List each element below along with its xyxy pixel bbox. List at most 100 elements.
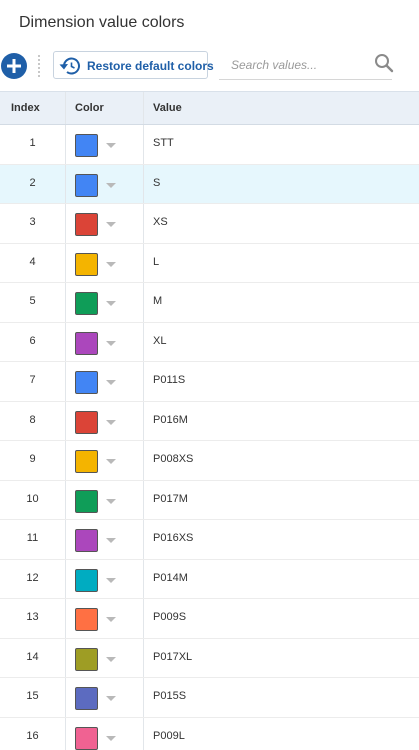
color-swatch[interactable] — [75, 331, 98, 355]
row-value: M — [153, 295, 163, 307]
row-index: 14 — [26, 650, 39, 663]
table-row[interactable]: 12 P014M — [0, 559, 419, 599]
column-divider — [65, 559, 66, 598]
column-divider — [143, 322, 144, 361]
row-index: 7 — [29, 374, 36, 386]
column-divider — [143, 283, 144, 322]
column-divider — [143, 638, 144, 677]
row-index: 3 — [29, 216, 36, 228]
column-divider — [143, 164, 144, 203]
color-swatch[interactable] — [75, 173, 98, 197]
table-row[interactable]: 3 XS — [0, 204, 419, 244]
color-dropdown-caret-icon[interactable] — [106, 459, 116, 464]
color-swatch[interactable] — [75, 687, 98, 710]
color-swatch[interactable] — [75, 410, 98, 434]
column-divider — [143, 204, 144, 243]
column-divider — [65, 599, 66, 638]
column-divider — [143, 717, 144, 750]
row-index: 6 — [29, 334, 36, 347]
table-header: Index Color Value — [0, 91, 419, 125]
color-swatch[interactable] — [75, 134, 98, 157]
restore-button-label: Restore default colors — [87, 59, 214, 73]
color-swatch[interactable] — [75, 529, 98, 552]
table-row[interactable]: 9 P008XS — [0, 441, 419, 481]
color-swatch[interactable] — [75, 450, 98, 473]
column-divider — [143, 125, 144, 164]
color-dropdown-caret-icon[interactable] — [106, 301, 116, 306]
column-header-index[interactable]: Index — [11, 102, 40, 114]
table-row[interactable]: 8 P016M — [0, 401, 419, 441]
color-swatch[interactable] — [75, 608, 98, 631]
table-row[interactable]: 6 XL — [0, 322, 419, 362]
toolbar: Restore default colors — [0, 50, 419, 81]
column-divider — [65, 441, 66, 480]
add-value-button[interactable] — [1, 53, 27, 79]
row-index: 16 — [26, 729, 39, 742]
color-swatch[interactable] — [75, 647, 98, 671]
column-divider — [65, 520, 66, 559]
row-value: P014M — [153, 571, 188, 584]
restore-icon — [59, 57, 80, 75]
row-index: 1 — [29, 137, 36, 149]
color-dropdown-caret-icon[interactable] — [106, 696, 116, 701]
table-row[interactable]: 13 P009S — [0, 599, 419, 639]
color-dropdown-caret-icon[interactable] — [106, 380, 116, 385]
color-dropdown-caret-icon[interactable] — [106, 538, 116, 543]
column-divider — [65, 401, 66, 440]
table-row[interactable]: 5M — [0, 283, 419, 323]
column-header-value[interactable]: Value — [153, 102, 182, 114]
color-dropdown-caret-icon[interactable] — [106, 419, 116, 425]
table-row[interactable]: 4L — [0, 243, 419, 283]
row-index: 11 — [26, 532, 39, 544]
table-row[interactable]: 2S — [0, 164, 419, 204]
color-dropdown-caret-icon[interactable] — [106, 143, 116, 148]
color-swatch[interactable] — [75, 213, 98, 236]
table-row[interactable]: 16 P009L — [0, 717, 419, 750]
toolbar-divider — [38, 54, 40, 78]
color-dropdown-caret-icon[interactable] — [106, 617, 116, 622]
row-value: S — [153, 176, 161, 189]
color-swatch[interactable] — [75, 489, 98, 513]
table-row[interactable]: 7 P011S — [0, 362, 419, 402]
color-swatch[interactable] — [75, 371, 98, 394]
row-value: P016XS — [153, 532, 194, 544]
color-dropdown-caret-icon[interactable] — [106, 656, 116, 662]
row-value: XS — [153, 216, 168, 228]
color-dropdown-caret-icon[interactable] — [106, 340, 116, 346]
restore-default-colors-button[interactable]: Restore default colors — [53, 51, 214, 79]
color-swatch[interactable] — [75, 568, 98, 592]
search-icon[interactable] — [374, 53, 394, 73]
color-dropdown-caret-icon[interactable] — [106, 222, 116, 227]
row-index: 12 — [26, 571, 39, 584]
column-divider — [143, 401, 144, 440]
table-row[interactable]: 14 P017XL — [0, 638, 419, 678]
column-header-color[interactable]: Color — [75, 102, 104, 114]
column-divider — [143, 362, 144, 401]
color-dropdown-caret-icon[interactable] — [106, 261, 116, 267]
column-divider — [143, 441, 144, 480]
color-swatch[interactable] — [75, 726, 98, 750]
color-dropdown-caret-icon[interactable] — [106, 577, 116, 583]
row-value: L — [153, 255, 160, 268]
color-dropdown-caret-icon[interactable] — [106, 182, 116, 188]
page-title: Dimension value colors — [19, 14, 185, 31]
column-divider — [143, 599, 144, 638]
table-row[interactable]: 10 P017M — [0, 480, 419, 520]
row-index: 10 — [26, 492, 39, 505]
color-dropdown-caret-icon[interactable] — [106, 498, 116, 504]
column-divider — [143, 243, 144, 282]
color-swatch[interactable] — [75, 292, 98, 315]
row-index: 4 — [29, 255, 36, 268]
column-divider — [65, 322, 66, 361]
table-row[interactable]: 11 P016XS — [0, 520, 419, 560]
search-input[interactable] — [219, 52, 364, 78]
row-value: P009L — [153, 729, 185, 742]
row-value: P016M — [153, 413, 188, 426]
color-swatch[interactable] — [75, 252, 98, 276]
column-divider — [65, 164, 66, 203]
table-row[interactable]: 1 STT — [0, 125, 419, 165]
row-index: 15 — [26, 690, 39, 702]
color-dropdown-caret-icon[interactable] — [106, 735, 116, 741]
row-value: XL — [153, 334, 167, 347]
table-row[interactable]: 15 P015S — [0, 678, 419, 718]
